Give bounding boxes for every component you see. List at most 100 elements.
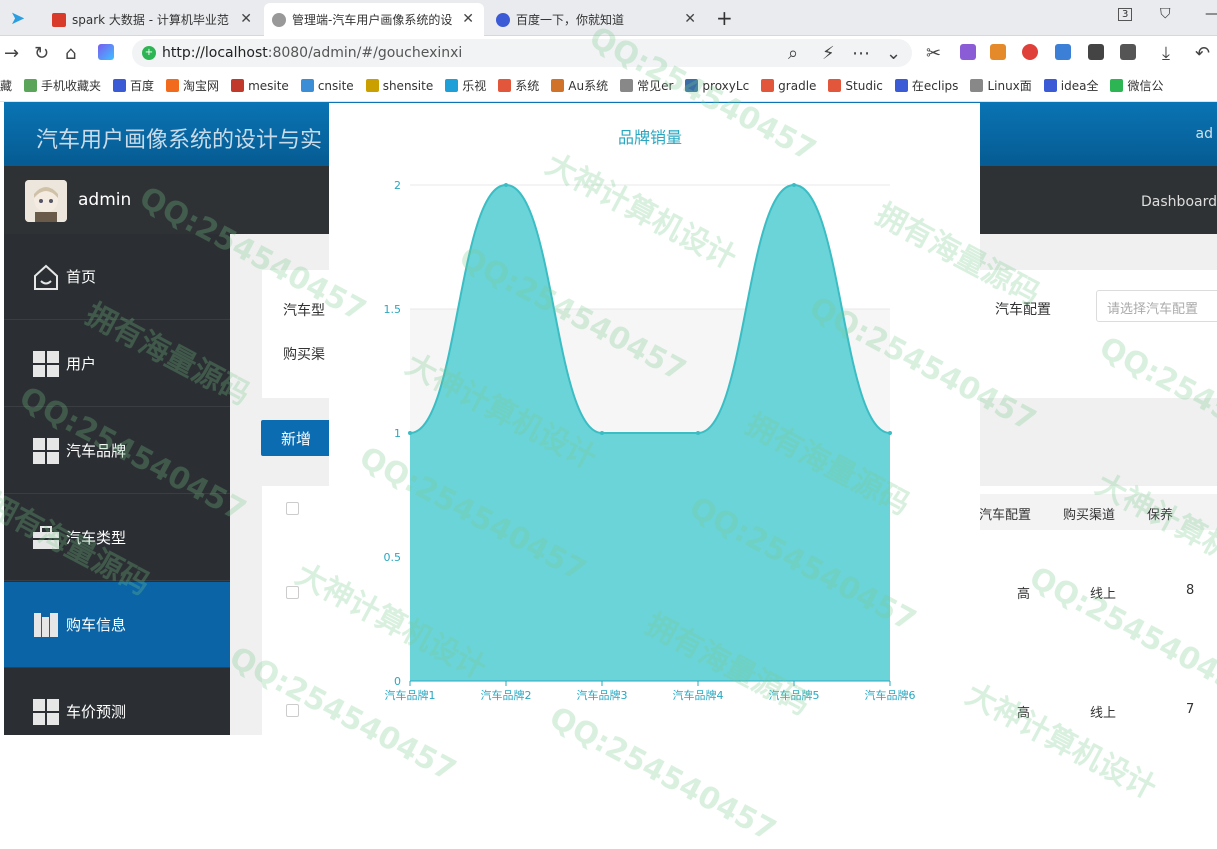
bookmark-item[interactable]: 手机收藏夹 [24, 77, 101, 94]
lightning-icon[interactable]: ⚡ [822, 43, 835, 64]
bookmark-item[interactable]: 常见er [620, 77, 673, 94]
bookmark-label: idea全 [1060, 79, 1099, 93]
bookmark-item[interactable]: 藏 [0, 77, 12, 94]
sidebar-item-price-predict[interactable]: 车价预测 [4, 669, 230, 735]
bookmark-item[interactable]: idea全 [1043, 77, 1099, 94]
bookmark-item[interactable]: 百度 [113, 77, 154, 94]
bookmark-label: 在eclips [911, 79, 959, 93]
close-icon[interactable]: ✕ [240, 11, 252, 27]
column-header[interactable]: 汽车配置 [979, 504, 1031, 523]
chevron-down-icon[interactable]: ⌄ [886, 43, 901, 64]
chart-title: 品牌销量 [618, 128, 682, 147]
browser-tab-1[interactable]: spark 大数据 - 计算机毕业范 ✕ [44, 3, 262, 36]
bookmark-label: Au系统 [568, 79, 609, 93]
row-checkbox[interactable] [286, 704, 299, 717]
translate-icon[interactable] [960, 44, 976, 60]
filter-type-label: 汽车型 [283, 303, 325, 319]
bookmark-item[interactable]: Linux面 [970, 77, 1032, 94]
data-point[interactable] [504, 183, 508, 187]
cell-channel: 线上 [1090, 587, 1117, 602]
y-tick-label: 1.5 [384, 303, 402, 316]
bookmark-label: cnsite [317, 78, 354, 93]
bookmark-icon [761, 79, 775, 92]
ai-icon[interactable] [98, 44, 114, 60]
data-point[interactable] [888, 431, 892, 435]
bookmark-item[interactable]: gradle [761, 79, 816, 93]
bookmark-icon [1043, 79, 1057, 92]
extension-a-icon[interactable] [1088, 44, 1104, 60]
bookmark-label: 藏 [0, 79, 13, 93]
data-point[interactable] [696, 431, 700, 435]
bookmark-item[interactable]: 在eclips [894, 77, 959, 94]
bookmark-item[interactable]: Studic [828, 79, 883, 93]
browser-tab-3[interactable]: 百度一下，你就知道 ✕ [488, 3, 706, 36]
brand-sales-chart: 0 0.5 1 1.5 2 汽车品牌1 汽车品牌2 汽车品牌3 汽车品牌4 汽车品牌5 汽车品牌6 品… [384, 128, 916, 702]
bookmark-label: 常见er [637, 79, 674, 93]
data-point[interactable] [408, 431, 412, 435]
bookmark-label: proxyLc [702, 78, 750, 93]
data-point[interactable] [792, 183, 796, 187]
cell-config: 高 [1017, 587, 1031, 602]
bookmark-item[interactable]: cnsite [300, 78, 354, 93]
column-header[interactable]: 购买渠道 [1063, 504, 1115, 523]
bookmark-icon [300, 79, 314, 92]
telegram-icon[interactable]: ➤ [10, 8, 25, 29]
browser-tabbar: ➤ spark 大数据 - 计算机毕业范 ✕ 管理端-汽车用户画像系统的设 ✕ … [0, 0, 1217, 36]
bookmark-icon [498, 79, 512, 92]
sidebar-item-home[interactable]: 首页 [4, 234, 230, 320]
bookmark-item[interactable]: shensite [365, 79, 433, 93]
game-icon[interactable] [990, 44, 1006, 60]
row-checkbox[interactable] [286, 586, 299, 599]
bookmark-item[interactable]: 淘宝网 [166, 77, 219, 94]
forward-icon[interactable]: → [4, 43, 19, 64]
config-select[interactable]: 请选择汽车配置 ⌄ [1096, 290, 1217, 322]
download-icon[interactable]: ⤓ [1162, 43, 1170, 64]
sidebar-item-label: 汽车品牌 [66, 442, 127, 460]
bookmark-item[interactable]: Au系统 [551, 77, 608, 94]
bookmark-item[interactable]: 微信公 [1110, 77, 1164, 94]
close-icon[interactable]: ✕ [462, 11, 474, 27]
sidebar-item-users[interactable]: 用户 [4, 321, 230, 407]
y-tick-label: 0 [394, 675, 401, 688]
y-tick-label: 2 [394, 179, 401, 192]
bookmark-item[interactable]: 乐视 [445, 77, 486, 94]
mail-icon[interactable] [1055, 44, 1071, 60]
scissors-icon[interactable]: ✂ [926, 43, 941, 64]
bookmark-icon [231, 79, 245, 92]
header-user[interactable]: ad [1196, 126, 1213, 142]
weibo-icon[interactable] [1022, 44, 1038, 60]
home-icon[interactable]: ⌂ [65, 43, 76, 64]
puzzle-icon[interactable] [1120, 44, 1136, 60]
bookmark-item[interactable]: mesite [231, 79, 289, 93]
cell-channel: 线上 [1090, 706, 1117, 721]
sidebar-item-label: 购车信息 [66, 616, 127, 634]
zoom-icon[interactable]: ⌕ [788, 43, 798, 64]
undo-icon[interactable]: ↶ [1195, 43, 1210, 64]
new-tab-icon[interactable]: + [716, 6, 733, 30]
more-icon[interactable]: ⋯ [852, 43, 870, 64]
close-icon[interactable]: ✕ [684, 11, 696, 27]
bookmark-label: mesite [248, 78, 289, 93]
sidebar-item-purchase-info[interactable]: 购车信息 [4, 582, 230, 668]
shirt-icon[interactable]: ⛉ [1160, 6, 1171, 22]
sidebar-item-car-brand[interactable]: 汽车品牌 [4, 408, 230, 494]
sidebar-item-car-type[interactable]: 汽车类型 [4, 495, 230, 581]
url-path: :8080/admin/#/gouchexinxi [267, 45, 463, 61]
browser-tab-2[interactable]: 管理端-汽车用户画像系统的设 ✕ [264, 3, 484, 36]
dashboard-link[interactable]: Dashboard [1141, 194, 1217, 210]
reload-icon[interactable]: ↻ [34, 43, 49, 64]
bookmark-item[interactable]: 系统 [498, 77, 539, 94]
select-all-checkbox[interactable] [286, 502, 299, 515]
bookmark-label: gradle [778, 78, 817, 93]
bookmark-item[interactable]: proxyLc [685, 79, 749, 93]
bookmarks-bar: 藏 手机收藏夹 百度 淘宝网 mesite cnsite shensite 乐视 系统 Au系统 常… [0, 70, 1217, 102]
bookmark-label: Linux面 [987, 79, 1032, 93]
column-header[interactable]: 保养 [1147, 504, 1173, 523]
add-button[interactable]: 新增 [261, 420, 331, 456]
avatar[interactable] [25, 180, 67, 222]
data-point[interactable] [600, 431, 604, 435]
minimize-icon[interactable]: — [1205, 6, 1217, 22]
x-tick-label: 汽车品牌4 [673, 688, 724, 702]
tab-count-badge[interactable]: 3 [1118, 8, 1133, 21]
bookmark-label: 微信公 [1127, 79, 1164, 93]
